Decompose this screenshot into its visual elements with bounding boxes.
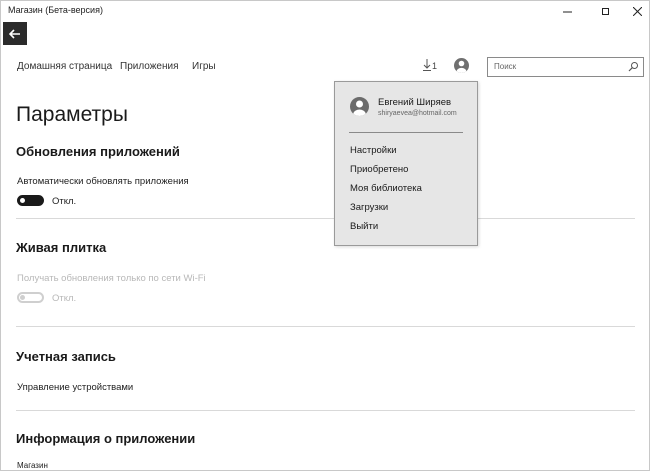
minimize-button[interactable]: [553, 1, 581, 21]
download-icon: [423, 59, 431, 71]
section-heading-updates: Обновления приложений: [16, 144, 180, 159]
divider: [16, 218, 635, 219]
wifi-only-label: Получать обновления только по сети Wi-Fi: [17, 273, 206, 284]
auto-update-label: Автоматически обновлять приложения: [17, 176, 189, 187]
menu-item-purchased[interactable]: Приобретено: [350, 164, 408, 175]
section-heading-live-tile: Живая плитка: [16, 240, 107, 255]
user-avatar: [350, 97, 369, 116]
toggle-knob: [20, 198, 25, 203]
search-box[interactable]: Поиск: [487, 57, 644, 77]
section-heading-app-info: Информация о приложении: [16, 431, 196, 446]
user-avatar-button[interactable]: [454, 58, 469, 73]
minimize-icon: [562, 11, 572, 12]
search-icon[interactable]: [628, 61, 639, 72]
close-button[interactable]: [623, 1, 650, 21]
downloads-count: 1: [432, 61, 438, 71]
menu-item-downloads[interactable]: Загрузки: [350, 202, 388, 213]
nav-apps[interactable]: Приложения: [120, 61, 179, 72]
wifi-only-state: Откл.: [52, 293, 77, 304]
auto-update-toggle[interactable]: [17, 195, 44, 206]
nav-home[interactable]: Домашняя страница: [17, 61, 112, 72]
nav-games[interactable]: Игры: [192, 61, 216, 72]
app-name: Магазин: [17, 461, 48, 470]
wifi-only-toggle[interactable]: [17, 292, 44, 303]
menu-item-settings[interactable]: Настройки: [350, 145, 397, 156]
flyout-divider: [349, 132, 463, 133]
window-title: Магазин (Бета-версия): [8, 5, 103, 15]
divider: [16, 326, 635, 327]
back-button[interactable]: [3, 22, 27, 45]
account-flyout: Евгений Ширяев shiryaevea@hotmail.com На…: [334, 81, 478, 246]
divider: [16, 410, 635, 411]
close-icon: [632, 6, 642, 16]
toggle-knob: [20, 295, 25, 300]
user-name: Евгений Ширяев: [378, 97, 452, 108]
section-heading-account: Учетная запись: [16, 349, 116, 364]
auto-update-state: Откл.: [52, 196, 77, 207]
back-arrow-icon: [9, 28, 20, 39]
user-email: shiryaevea@hotmail.com: [378, 110, 457, 117]
menu-item-my-library[interactable]: Моя библиотека: [350, 183, 422, 194]
search-placeholder: Поиск: [494, 62, 517, 71]
user-avatar-icon: [456, 60, 467, 73]
downloads-button[interactable]: 1: [423, 59, 437, 71]
maximize-button[interactable]: [591, 1, 619, 21]
store-window: Магазин (Бета-версия) Домашняя страница …: [0, 0, 650, 471]
manage-devices-link[interactable]: Управление устройствами: [17, 382, 133, 393]
maximize-icon: [601, 7, 609, 15]
page-title: Параметры: [16, 103, 128, 126]
user-avatar-icon: [353, 100, 366, 116]
title-bar: Магазин (Бета-версия): [1, 1, 649, 21]
menu-item-sign-out[interactable]: Выйти: [350, 221, 378, 232]
